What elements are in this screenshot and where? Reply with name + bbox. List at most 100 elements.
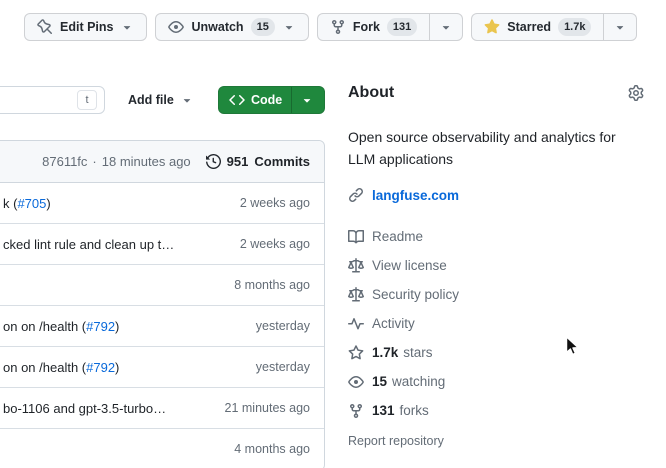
fork-icon xyxy=(348,403,364,419)
repo-page: Edit Pins Unwatch 15 Fork 131 Starred 1. xyxy=(0,0,666,468)
commit-message[interactable]: cked lint rule and clean up t… xyxy=(3,237,174,252)
commit-message-suffix: ) xyxy=(115,319,119,334)
chevron-down-icon xyxy=(613,20,627,34)
unwatch-button[interactable]: Unwatch 15 xyxy=(155,13,308,41)
issue-link[interactable]: #792 xyxy=(86,360,115,375)
commit-message-text: cked lint rule and clean up t… xyxy=(3,237,174,252)
sidebar-forks[interactable]: 131 forks xyxy=(348,396,644,425)
commit-age[interactable]: 2 weeks ago xyxy=(240,237,310,251)
file-browser-table: 87611fc · 18 minutes ago 951 Commits k (… xyxy=(0,140,325,468)
commit-age[interactable]: yesterday xyxy=(256,360,310,374)
commit-message-suffix: ) xyxy=(46,196,50,211)
eye-icon xyxy=(168,19,184,35)
sidebar-stars[interactable]: 1.7k stars xyxy=(348,338,644,367)
sidebar-watching[interactable]: 15 watching xyxy=(348,367,644,396)
item-label: Activity xyxy=(372,316,415,331)
file-row[interactable]: 8 months ago xyxy=(0,265,324,306)
item-label: stars xyxy=(403,345,432,360)
fork-label: Fork xyxy=(353,20,380,34)
commit-message[interactable]: on on /health (#792) xyxy=(3,319,119,334)
chevron-down-icon xyxy=(180,93,194,107)
link-icon xyxy=(348,187,364,203)
item-label: View license xyxy=(372,258,447,273)
code-icon xyxy=(229,92,245,108)
go-to-file-input[interactable]: t xyxy=(0,86,105,114)
chevron-down-icon xyxy=(120,20,134,34)
sidebar-link-readme[interactable]: Readme xyxy=(348,222,644,251)
item-label: Security policy xyxy=(372,287,459,302)
about-links-list: Readme View license Security policy Acti… xyxy=(348,222,644,425)
commit-hash-link[interactable]: 87611fc xyxy=(42,154,87,169)
commit-age[interactable]: yesterday xyxy=(256,319,310,333)
add-file-label: Add file xyxy=(128,93,174,107)
issue-link[interactable]: #705 xyxy=(17,196,46,211)
item-label: forks xyxy=(400,403,429,418)
commit-message-suffix: ) xyxy=(115,360,119,375)
item-label: watching xyxy=(392,374,445,389)
chevron-down-icon xyxy=(439,20,453,34)
file-row[interactable]: cked lint rule and clean up t… 2 weeks a… xyxy=(0,224,324,265)
commit-message-text: on on /health ( xyxy=(3,319,86,334)
star-count-badge: 1.7k xyxy=(558,18,591,36)
commit-message[interactable]: bo-1106 and gpt-3.5-turbo… xyxy=(3,401,166,416)
commit-message-text: bo-1106 and gpt-3.5-turbo… xyxy=(3,401,166,416)
about-title: About xyxy=(348,84,394,102)
unwatch-label: Unwatch xyxy=(191,20,243,34)
gear-icon[interactable] xyxy=(628,85,644,101)
chevron-down-icon xyxy=(282,20,296,34)
file-row[interactable]: on on /health (#792) yesterday xyxy=(0,306,324,347)
commit-age[interactable]: 4 months ago xyxy=(234,442,310,456)
law-icon xyxy=(348,287,364,303)
sidebar-link-license[interactable]: View license xyxy=(348,251,644,280)
fork-button[interactable]: Fork 131 xyxy=(317,13,430,41)
starred-button[interactable]: Starred 1.7k xyxy=(471,13,604,41)
edit-pins-label: Edit Pins xyxy=(60,20,113,34)
file-row[interactable]: 4 months ago xyxy=(0,429,324,468)
starred-label: Starred xyxy=(507,20,551,34)
issue-link[interactable]: #792 xyxy=(86,319,115,334)
item-label: Readme xyxy=(372,229,423,244)
star-button-group: Starred 1.7k xyxy=(471,13,637,41)
fork-count-badge: 131 xyxy=(387,18,417,36)
repo-description: Open source observability and analytics … xyxy=(348,126,622,170)
fork-dropdown-button[interactable] xyxy=(429,13,463,41)
file-row[interactable]: k (#705) 2 weeks ago xyxy=(0,183,324,224)
button-divider xyxy=(291,87,292,113)
file-row[interactable]: on on /health (#792) yesterday xyxy=(0,347,324,388)
eye-icon xyxy=(348,374,364,390)
website-link[interactable]: langfuse.com xyxy=(372,188,459,203)
pulse-icon xyxy=(348,316,364,332)
mouse-cursor xyxy=(563,336,581,357)
sidebar-link-security-policy[interactable]: Security policy xyxy=(348,280,644,309)
law-icon xyxy=(348,258,364,274)
latest-commit-info: 87611fc · 18 minutes ago xyxy=(42,154,191,169)
starred-dropdown-button[interactable] xyxy=(603,13,637,41)
about-header: About xyxy=(348,84,644,102)
commit-message-text: k ( xyxy=(3,196,17,211)
code-button[interactable]: Code xyxy=(218,86,325,114)
file-row[interactable]: bo-1106 and gpt-3.5-turbo… 21 minutes ag… xyxy=(0,388,324,429)
about-sidebar: About Open source observability and anal… xyxy=(348,84,644,450)
watch-count-badge: 15 xyxy=(251,18,275,36)
sidebar-link-activity[interactable]: Activity xyxy=(348,309,644,338)
commit-message-text: on on /health ( xyxy=(3,360,86,375)
commit-time: 18 minutes ago xyxy=(102,154,191,169)
chevron-down-icon xyxy=(300,93,314,107)
commit-age[interactable]: 2 weeks ago xyxy=(240,196,310,210)
fork-icon xyxy=(330,19,346,35)
commits-link[interactable]: 951 Commits xyxy=(206,154,310,169)
report-repository-link[interactable]: Report repository xyxy=(348,434,444,448)
commit-message[interactable]: on on /health (#792) xyxy=(3,360,119,375)
latest-commit-bar: 87611fc · 18 minutes ago 951 Commits xyxy=(0,141,324,183)
commit-message[interactable]: k (#705) xyxy=(3,196,51,211)
commit-age[interactable]: 21 minutes ago xyxy=(225,401,310,415)
fork-button-group: Fork 131 xyxy=(317,13,463,41)
dot-separator: · xyxy=(92,154,96,169)
commits-label: Commits xyxy=(254,154,310,169)
add-file-button[interactable]: Add file xyxy=(116,86,206,114)
edit-pins-button[interactable]: Edit Pins xyxy=(24,13,147,41)
website-row: langfuse.com xyxy=(348,187,644,203)
shortcut-key-badge: t xyxy=(77,90,97,110)
commit-age[interactable]: 8 months ago xyxy=(234,278,310,292)
pin-icon xyxy=(37,19,53,35)
